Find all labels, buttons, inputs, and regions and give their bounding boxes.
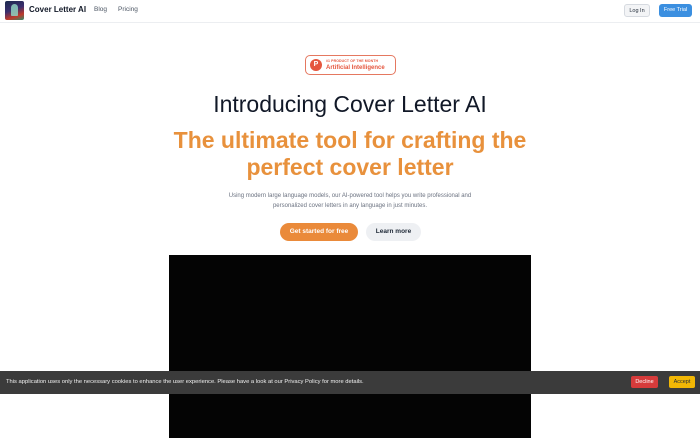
accept-cookies-button[interactable]: Accept: [669, 376, 695, 388]
brand-name[interactable]: Cover Letter AI: [29, 5, 86, 14]
cookie-message: This application uses only the necessary…: [6, 379, 364, 385]
log-in-button[interactable]: Log In: [624, 4, 650, 17]
decline-cookies-button[interactable]: Decline: [631, 376, 658, 388]
get-started-button[interactable]: Get started for free: [280, 223, 358, 241]
hero-subtitle: The ultimate tool for crafting the perfe…: [173, 127, 527, 180]
top-navigation-bar: Cover Letter AI Blog Pricing Log In Free…: [0, 0, 700, 23]
product-hunt-icon: P: [310, 59, 322, 71]
badge-caption: #1 PRODUCT OF THE MONTH: [326, 59, 379, 63]
badge-category: Artificial Intelligence: [326, 65, 385, 71]
app-logo-icon[interactable]: [5, 1, 24, 20]
cookie-consent-bar: This application uses only the necessary…: [0, 371, 700, 394]
hero-description: Using modern large language models, our …: [228, 193, 472, 209]
nav-link-pricing[interactable]: Pricing: [118, 6, 138, 13]
product-hunt-badge[interactable]: P #1 PRODUCT OF THE MONTH Artificial Int…: [305, 55, 396, 75]
demo-video-player[interactable]: [169, 255, 531, 438]
learn-more-button[interactable]: Learn more: [366, 223, 421, 241]
nav-link-blog[interactable]: Blog: [94, 6, 107, 13]
hero-title: Introducing Cover Letter AI: [213, 91, 487, 117]
free-trial-button[interactable]: Free Trial: [659, 4, 692, 17]
